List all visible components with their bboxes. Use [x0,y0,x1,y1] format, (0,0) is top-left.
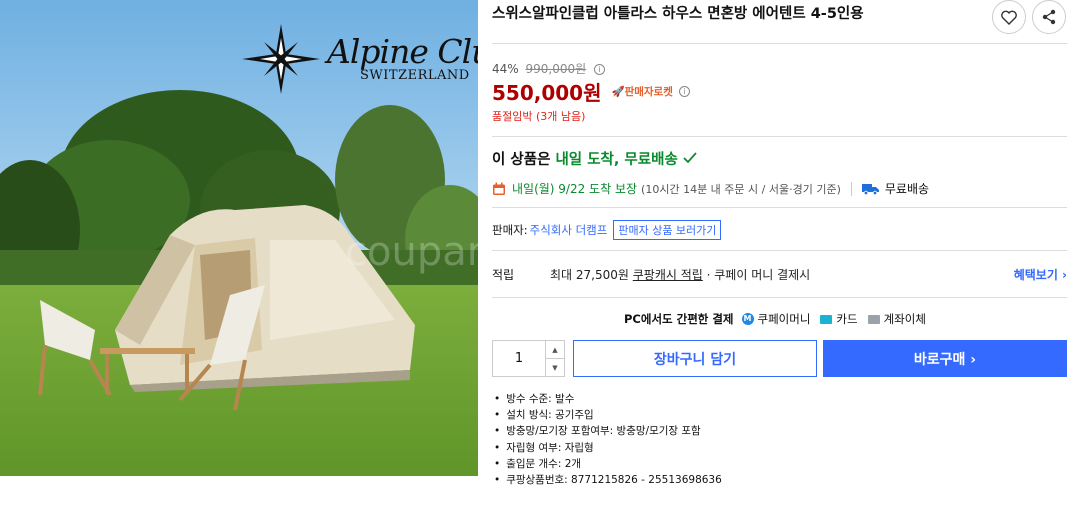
pay-option-coupay: M 쿠페이머니 [741,311,811,327]
coupay-money-icon: M [741,313,754,325]
add-to-cart-button[interactable]: 장바구니 담기 [573,340,817,377]
pay-option-card: 카드 [820,311,858,327]
brand-sub: SWITZERLAND [360,68,470,83]
heart-icon [1001,10,1017,25]
quantity-increase-button[interactable]: ▲ [546,341,564,359]
check-icon [683,152,697,164]
brand-logo: Alpine Club SWITZERLAND [242,24,478,94]
divider [492,297,1067,298]
list-item: 방충망/모기장 포함여부: 방충망/모기장 포함 [494,423,722,439]
discount-rate: 44% [492,62,519,76]
price-row: 550,000원 🚀판매자로켓 i [492,77,690,106]
stock-warning: 품절임박 (3개 남음) [492,110,586,123]
list-item: 자립형 여부: 자립형 [494,440,722,456]
sale-price: 550,000원 [492,81,602,105]
share-icon [1042,9,1056,25]
arrival-prefix: 이 상품은 [492,152,556,168]
reward-label: 적립 [492,268,515,282]
arrival-message: 이 상품은 내일 도착, 무료배송 [492,148,697,169]
quantity-stepper: 1 ▲ ▼ [492,340,565,377]
bank-transfer-icon [867,314,880,324]
product-info-panel: 스위스알파인클럽 아틀라스 하우스 면혼방 에어텐트 4-5인용 44% 990… [492,0,1067,514]
share-button[interactable] [1032,0,1066,34]
product-image[interactable]: coupang Alpine Club SWITZERLAND [0,0,478,476]
brand-name: Alpine Club [327,32,478,71]
list-item: 쿠팡상품번호: 8771215826 - 25513698636 [494,472,722,488]
original-price: 990,000원 [525,62,587,76]
product-title: 스위스알파인클럽 아틀라스 하우스 면혼방 에어텐트 4-5인용 [492,6,864,22]
coupang-cash-link[interactable]: 쿠팡캐시 적립 [633,268,703,282]
divider [492,207,1067,208]
seller-rocket-badge: 🚀판매자로켓 [611,86,673,98]
reward-text-post: · 쿠페이 머니 결제시 [702,268,811,282]
seller-name-link[interactable]: 주식회사 더캠프 [530,222,608,238]
divider [850,181,852,196]
delivery-row: 내일(월) 9/22 도착 보장 (10시간 14분 내 주문 시 / 서울·경… [492,180,929,197]
buy-now-button[interactable]: 바로구매 › [823,340,1067,377]
delivery-condition: (10시간 14분 내 주문 시 / 서울·경기 기준) [641,182,841,196]
seller-label: 판매자: [492,223,528,237]
payment-title: PC에서도 간편한 결제 [624,312,734,326]
product-attributes: 방수 수준: 발수 설치 방식: 공기주입 방충망/모기장 포함여부: 방충망/… [494,391,722,488]
divider [492,136,1067,137]
pay-option-bank: 계좌이체 [867,311,926,327]
pay-option-label: 쿠페이머니 [757,312,811,326]
wishlist-button[interactable] [992,0,1026,34]
calendar-icon [493,182,505,195]
discount-row: 44% 990,000원 i [492,60,605,77]
delivery-date: 내일(월) 9/22 도착 보장 [512,182,638,196]
list-item: 설치 방식: 공기주입 [494,407,722,423]
reward-text: 최대 27,500원 쿠팡캐시 적립 · 쿠페이 머니 결제시 [550,266,810,283]
seller-products-button[interactable]: 판매자 상품 보러가기 [613,220,722,240]
free-shipping-label: 무료배송 [884,182,930,196]
compass-star-icon [242,24,320,94]
info-icon[interactable]: i [594,64,605,75]
truck-icon [861,183,879,195]
benefit-link[interactable]: 혜택보기 › [1014,266,1067,283]
watermark-text: coupang [345,229,478,275]
divider [492,43,1067,44]
payment-methods: PC에서도 간편한 결제 M 쿠페이머니 카드 계좌이체 [624,311,936,327]
divider [492,250,1067,251]
arrival-highlight: 내일 도착, 무료배송 [555,152,678,168]
quantity-input[interactable]: 1 [493,341,545,376]
list-item: 방수 수준: 발수 [494,391,722,407]
card-icon [820,314,833,324]
info-icon[interactable]: i [678,86,690,97]
seller-row: 판매자: 주식회사 더캠프 판매자 상품 보러가기 [492,220,722,240]
pay-option-label: 계좌이체 [883,312,926,326]
reward-text-pre: 최대 27,500원 [550,268,633,282]
pay-option-label: 카드 [836,312,858,326]
list-item: 출입문 개수: 2개 [494,456,722,472]
quantity-decrease-button[interactable]: ▼ [546,359,564,376]
